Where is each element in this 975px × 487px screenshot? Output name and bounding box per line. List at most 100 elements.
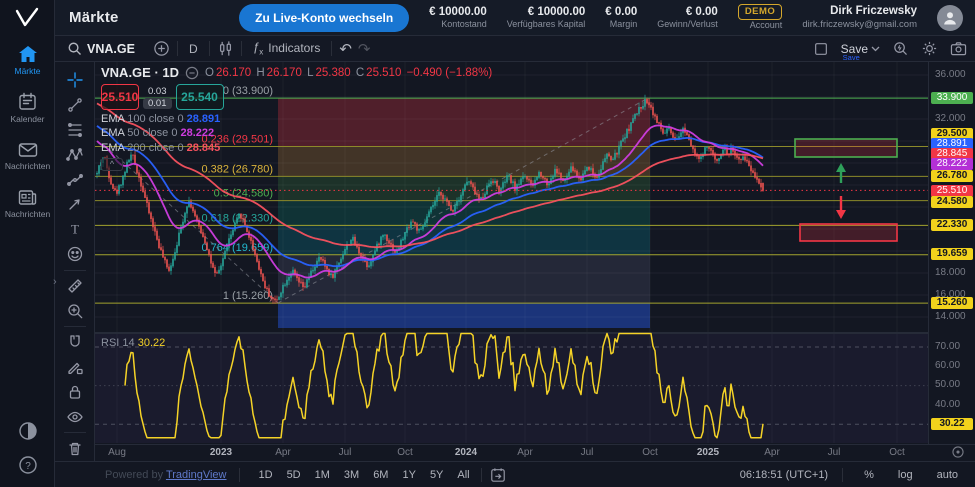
go-to-date-icon[interactable] [490, 467, 506, 483]
price-axis-badge: 30.22 [931, 418, 973, 430]
user-info[interactable]: Dirk Friczewsky dirk.friczewsky@gmail.co… [802, 4, 917, 31]
hide-indicator-icon[interactable] [185, 66, 199, 80]
symbol-search-button[interactable]: VNA.GE [63, 39, 139, 58]
powered-by: Powered by TradingView [105, 469, 227, 481]
range-button-1m[interactable]: 1M [308, 467, 337, 483]
trend-line-tool-icon[interactable] [61, 93, 89, 118]
sidebar-item-label: Nachrichten [5, 209, 50, 219]
buy-ask-button[interactable]: 25.540 [176, 84, 224, 110]
time-axis-label: Aug [108, 447, 126, 458]
tradingview-link[interactable]: TradingView [166, 469, 227, 481]
hide-drawings-tool-icon[interactable] [61, 404, 89, 429]
crosshair-tool-icon[interactable] [61, 68, 89, 93]
undo-icon[interactable]: ↶ [339, 40, 352, 58]
price-axis-label: 50.00 [935, 379, 960, 391]
redo-icon[interactable]: ↷ [358, 40, 371, 58]
ema-legend-row: EMA 100 close 0 28.891 [101, 113, 494, 125]
sidebar-item-label: Kalender [10, 114, 44, 124]
fib-band [278, 303, 650, 328]
sell-bid-button[interactable]: 25.510 [101, 84, 139, 110]
price-axis-label: 60.00 [935, 360, 960, 372]
text-tool-icon[interactable]: T [61, 217, 89, 242]
indicators-button[interactable]: ƒx Indicators [249, 38, 325, 58]
switch-to-live-account-button[interactable]: Zu Live-Konto wechseln [239, 4, 409, 32]
avatar[interactable] [937, 5, 963, 31]
add-symbol-icon[interactable] [153, 40, 170, 57]
toolbar-separator [64, 432, 86, 433]
range-button-1y[interactable]: 1Y [395, 467, 422, 483]
fib-band [278, 255, 650, 303]
panel-expand-chevron[interactable]: › [53, 276, 57, 288]
emoji-tool-icon[interactable] [61, 242, 89, 267]
toolbar-separator [331, 41, 332, 56]
home-icon [18, 45, 38, 63]
stay-in-drawing-mode-tool-icon[interactable] [61, 355, 89, 380]
rsi-legend: RSI 14 30.22 [101, 337, 165, 349]
range-button-all[interactable]: All [450, 467, 476, 483]
time-axis-label: Jul [828, 447, 841, 458]
toolbar-separator [64, 326, 86, 327]
range-button-5d[interactable]: 5D [280, 467, 308, 483]
price-axis[interactable]: 36.00033.90032.00029.50028.89128.84528.2… [928, 62, 975, 444]
log-scale-button[interactable]: log [891, 467, 920, 483]
zoom-in-tool-icon[interactable] [61, 298, 89, 323]
fullscreen-icon[interactable] [813, 41, 829, 57]
news-icon [18, 189, 37, 206]
ruler-tool-icon[interactable] [61, 273, 89, 298]
time-axis-label: Oct [889, 447, 905, 458]
arrow-marker-tool-icon[interactable] [61, 192, 89, 217]
timeframe-button[interactable]: D [185, 40, 202, 58]
brand-logo[interactable] [0, 0, 55, 36]
camera-snapshot-icon[interactable] [950, 41, 967, 56]
legend-collapse-button[interactable]: ^ [101, 158, 123, 171]
stat-label: Kontostand [441, 19, 487, 30]
ema-legend-rows: EMA 100 close 0 28.891EMA 50 close 0 28.… [101, 113, 494, 154]
rsi-value: 30.22 [138, 337, 166, 349]
clock-readout: 06:18:51 (UTC+1) [740, 469, 828, 481]
search-icon [67, 41, 82, 56]
time-axis-label: 2023 [210, 447, 232, 458]
app-sidebar: Märkte Kalender Nachrichten Nachrichten … [0, 36, 55, 487]
percent-scale-button[interactable]: % [857, 467, 881, 483]
chart-bottom-bar: Powered by TradingView 1D 5D 1M 3M 6M 1Y… [55, 461, 975, 487]
axis-settings-gear-icon[interactable] [951, 445, 965, 459]
sidebar-item-nachrichten-news[interactable]: Nachrichten [0, 180, 55, 228]
fx-icon: ƒx [253, 40, 264, 56]
chevron-down-icon [871, 46, 880, 52]
remove-drawings-trash-tool-icon[interactable] [61, 436, 89, 461]
annotation-box [800, 224, 897, 241]
sidebar-item-kalender[interactable]: Kalender [0, 84, 55, 132]
help-icon[interactable]: ? [18, 455, 38, 475]
sidebar-item-maerkte[interactable]: Märkte [0, 36, 55, 84]
page-title: Märkte [55, 9, 119, 26]
stat-verfuegbares-kapital: € 10000.00 Verfügbares Kapital [507, 5, 586, 31]
price-axis-badge: 19.659 [931, 248, 973, 260]
fib-retracement-tool-icon[interactable] [61, 118, 89, 143]
magnet-tool-icon[interactable] [61, 330, 89, 355]
stat-gewinn-verlust: € 0.00 Gewinn/Verlust [657, 5, 718, 31]
settings-gear-icon[interactable] [921, 40, 938, 57]
range-button-5y[interactable]: 5Y [423, 467, 450, 483]
lock-drawings-tool-icon[interactable] [61, 380, 89, 405]
sidebar-item-nachrichten-mail[interactable]: Nachrichten [0, 132, 55, 180]
range-button-3m[interactable]: 3M [337, 467, 366, 483]
stat-value: € 10000.00 [429, 5, 487, 19]
chart-plot-area: 0 (33.900)0.236 (29.501)0.382 (26.780)0.… [95, 62, 928, 444]
quote-widget: 25.510 0.03 0.01 25.540 [101, 84, 494, 110]
time-axis-label: Oct [642, 447, 658, 458]
save-button[interactable]: Save Save [841, 42, 880, 56]
price-axis-badge: 22.330 [931, 219, 973, 231]
range-button-1d[interactable]: 1D [252, 467, 280, 483]
auto-scale-button[interactable]: auto [930, 467, 965, 483]
toolbar-separator [177, 41, 178, 56]
stat-margin: € 0.00 Margin [605, 5, 637, 31]
time-axis[interactable]: Aug2023AprJulOct2024AprJulOct2025AprJulO… [95, 444, 975, 461]
price-axis-badge: 26.780 [931, 170, 973, 182]
range-button-6m[interactable]: 6M [366, 467, 395, 483]
theme-contrast-icon[interactable] [18, 421, 38, 441]
xabcd-pattern-tool-icon[interactable] [61, 142, 89, 167]
quick-search-icon[interactable] [892, 40, 909, 57]
forecast-tool-icon[interactable] [61, 167, 89, 192]
stat-label: Verfügbares Kapital [507, 19, 586, 30]
chart-style-candles-icon[interactable] [217, 40, 234, 57]
